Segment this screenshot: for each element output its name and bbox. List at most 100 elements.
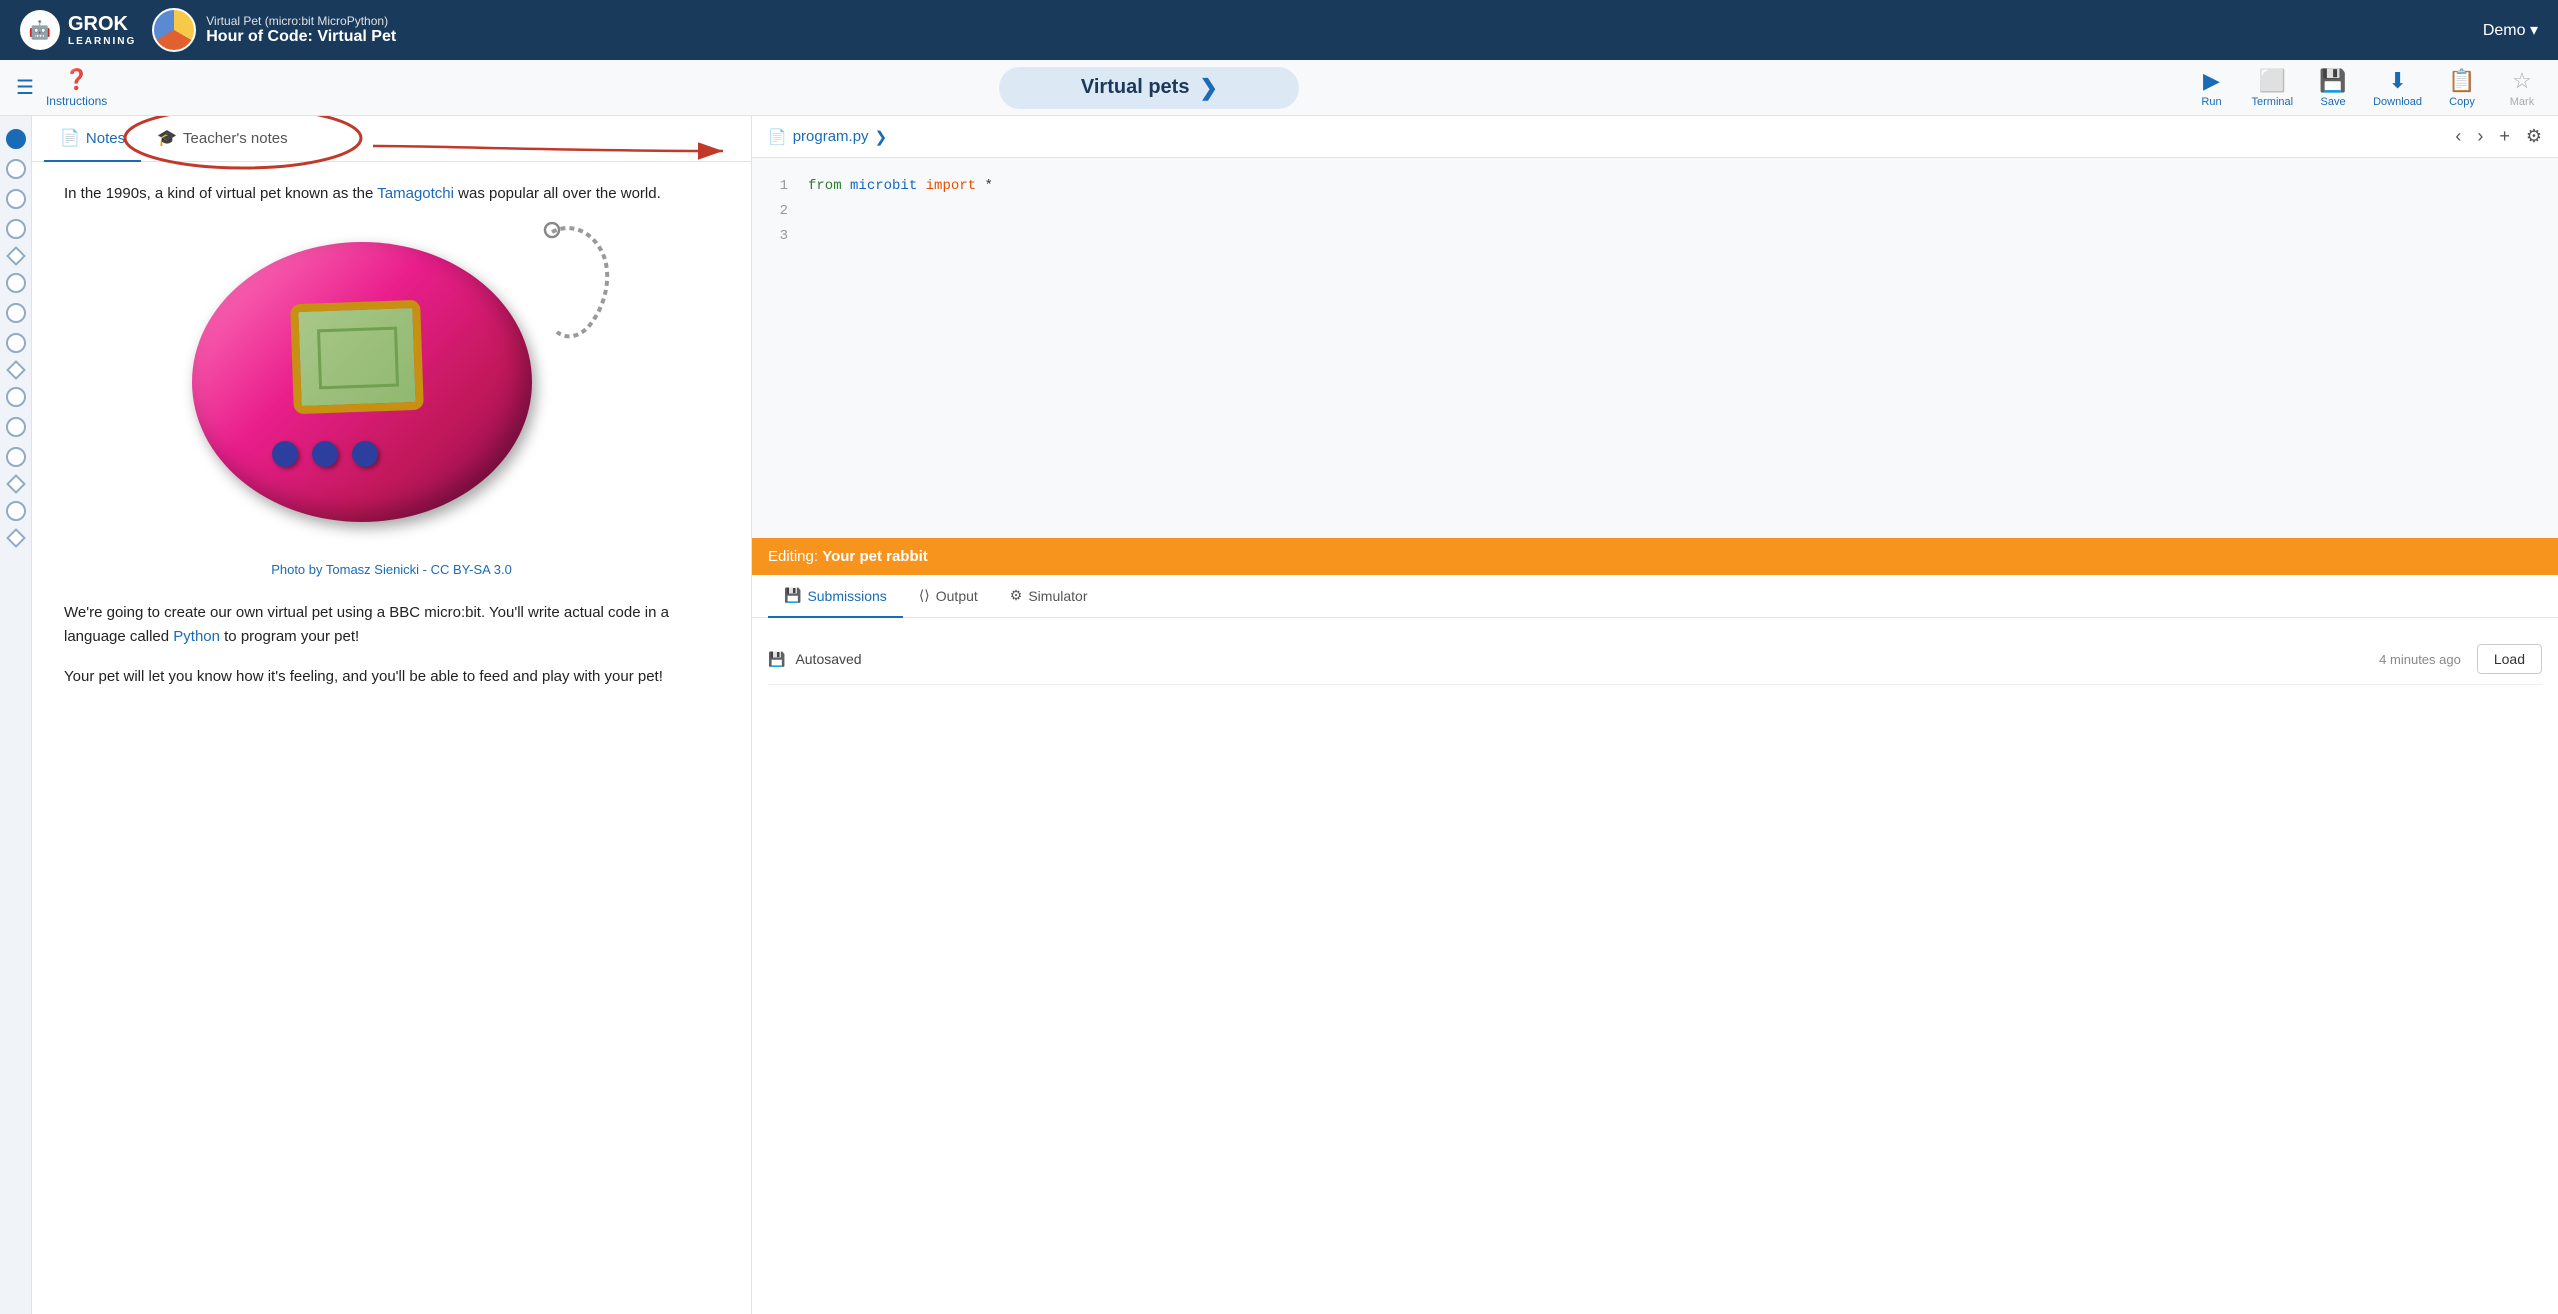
time-ago: 4 minutes ago xyxy=(2379,652,2461,667)
step-10[interactable] xyxy=(6,387,26,407)
step-12[interactable] xyxy=(6,447,26,467)
help-icon: ❓ xyxy=(64,67,89,92)
step-5-diamond[interactable] xyxy=(6,246,26,266)
save-button[interactable]: 💾 Save xyxy=(2313,68,2353,108)
editing-project: Your pet rabbit xyxy=(822,548,928,565)
settings-icon[interactable]: ⚙ xyxy=(2526,126,2542,147)
simulator-icon: ⚙ xyxy=(1010,587,1023,604)
step-14[interactable] xyxy=(6,501,26,521)
kw-space3: * xyxy=(984,178,992,194)
grok-logo-icon: 🤖 xyxy=(20,10,60,50)
toolbar: ☰ ❓ Instructions Virtual pets ❯ ▶ Run ⬜ … xyxy=(0,60,2558,116)
terminal-button[interactable]: ⬜ Terminal xyxy=(2252,68,2294,108)
star-icon: ☆ xyxy=(2512,68,2532,94)
step-15-diamond[interactable] xyxy=(6,528,26,548)
run-label: Run xyxy=(2201,96,2221,108)
step-1[interactable] xyxy=(6,129,26,149)
toolbar-right: ▶ Run ⬜ Terminal 💾 Save ⬇ Download 📋 Cop… xyxy=(2192,68,2543,108)
copy-icon: 📋 xyxy=(2448,68,2475,94)
course-badge: Virtual Pet (micro:bit MicroPython) Hour… xyxy=(152,8,396,52)
run-button[interactable]: ▶ Run xyxy=(2192,68,2232,108)
logo-area: 🤖 GROK LEARNING xyxy=(20,10,136,50)
toolbar-left: ☰ ❓ Instructions xyxy=(16,67,107,108)
python-link[interactable]: Python xyxy=(173,628,220,645)
terminal-icon: ⬜ xyxy=(2259,68,2286,94)
step-3[interactable] xyxy=(6,189,26,209)
instructions-button[interactable]: ❓ Instructions xyxy=(46,67,107,108)
tama-screen xyxy=(290,300,424,414)
tabs-bar: 📄 Notes 🎓 Teacher's notes xyxy=(32,116,751,162)
tama-chain xyxy=(532,222,612,342)
step-2[interactable] xyxy=(6,159,26,179)
line-content-1: from microbit import * xyxy=(808,174,993,199)
next-icon[interactable]: › xyxy=(2477,126,2483,147)
step-4[interactable] xyxy=(6,219,26,239)
prev-icon[interactable]: ‹ xyxy=(2455,126,2461,147)
tab-teachers-notes[interactable]: 🎓 Teacher's notes xyxy=(141,116,304,162)
hamburger-button[interactable]: ☰ xyxy=(16,75,34,100)
tab-submissions[interactable]: 💾 Submissions xyxy=(768,575,903,618)
download-icon: ⬇ xyxy=(2388,68,2406,94)
notes-icon: 📄 xyxy=(60,128,80,148)
tama-screen-inner xyxy=(317,327,399,390)
step-9-diamond[interactable] xyxy=(6,360,26,380)
content-panel: 📄 Notes 🎓 Teacher's notes xyxy=(32,116,752,1314)
code-line-3: 3 xyxy=(768,224,2542,249)
filename: program.py xyxy=(793,128,869,145)
tama-btn-right xyxy=(352,441,378,467)
course-info: Virtual Pet (micro:bit MicroPython) Hour… xyxy=(206,14,396,46)
bottom-tabs: 💾 Submissions ⟨⟩ Output ⚙ Simulator xyxy=(752,575,2558,618)
tamagotchi-image xyxy=(152,222,632,562)
line-num-2: 2 xyxy=(768,199,788,224)
terminal-label: Terminal xyxy=(2252,96,2294,108)
learning-label: LEARNING xyxy=(68,36,136,48)
tab-notes[interactable]: 📄 Notes xyxy=(44,116,141,162)
step-8[interactable] xyxy=(6,333,26,353)
output-icon: ⟨⟩ xyxy=(919,587,930,604)
simulator-label: Simulator xyxy=(1028,588,1087,604)
submissions-area: 💾 Autosaved 4 minutes ago Load xyxy=(752,618,2558,1314)
step-11[interactable] xyxy=(6,417,26,437)
tab-output[interactable]: ⟨⟩ Output xyxy=(903,575,994,618)
step-13-diamond[interactable] xyxy=(6,474,26,494)
mark-button[interactable]: ☆ Mark xyxy=(2502,68,2542,108)
course-badge-icon xyxy=(152,8,196,52)
autosaved-label: Autosaved xyxy=(795,651,861,667)
add-icon[interactable]: + xyxy=(2499,126,2510,147)
next-lesson-button[interactable]: ❯ xyxy=(1199,75,1217,101)
run-icon: ▶ xyxy=(2203,68,2220,94)
file-chevron: ❯ xyxy=(875,128,888,146)
code-header-actions: ‹ › + ⚙ xyxy=(2455,126,2542,147)
tamagotchi-link[interactable]: Tamagotchi xyxy=(377,185,454,202)
code-header: 📄 program.py ❯ ‹ › + ⚙ xyxy=(752,116,2558,158)
demo-button[interactable]: Demo ▾ xyxy=(2483,20,2538,40)
tab-simulator[interactable]: ⚙ Simulator xyxy=(994,575,1104,618)
code-line-1: 1 from microbit import * xyxy=(768,174,2542,199)
keyword-microbit: microbit xyxy=(850,178,917,194)
save-icon: 💾 xyxy=(2319,68,2346,94)
keyword-from: from xyxy=(808,178,842,194)
step-7[interactable] xyxy=(6,303,26,323)
step-6[interactable] xyxy=(6,273,26,293)
copy-button[interactable]: 📋 Copy xyxy=(2442,68,2482,108)
image-caption: Photo by Tomasz Sienicki - CC BY-SA 3.0 xyxy=(64,562,719,577)
load-button[interactable]: Load xyxy=(2477,644,2542,674)
editing-label: Editing: xyxy=(768,548,818,565)
tamagotchi-image-wrapper: Photo by Tomasz Sienicki - CC BY-SA 3.0 xyxy=(64,222,719,577)
notes-tab-label: Notes xyxy=(86,130,125,147)
save-label: Save xyxy=(2321,96,2346,108)
code-editor[interactable]: 1 from microbit import * 2 3 xyxy=(752,158,2558,538)
tama-btn-mid xyxy=(312,441,338,467)
keyword-import: import xyxy=(926,178,976,194)
course-title: Hour of Code: Virtual Pet xyxy=(206,28,396,46)
submissions-label: Submissions xyxy=(807,588,886,604)
code-line-2: 2 xyxy=(768,199,2542,224)
p2-after: to program your pet! xyxy=(220,628,359,645)
main-layout: 📄 Notes 🎓 Teacher's notes xyxy=(0,116,2558,1314)
line-num-3: 3 xyxy=(768,224,788,249)
intro-text-after: was popular all over the world. xyxy=(454,185,661,202)
content-body: In the 1990s, a kind of virtual pet know… xyxy=(32,162,751,1314)
paragraph3: Your pet will let you know how it's feel… xyxy=(64,665,719,689)
download-button[interactable]: ⬇ Download xyxy=(2373,68,2422,108)
filename-display: 📄 program.py ❯ xyxy=(768,128,887,146)
